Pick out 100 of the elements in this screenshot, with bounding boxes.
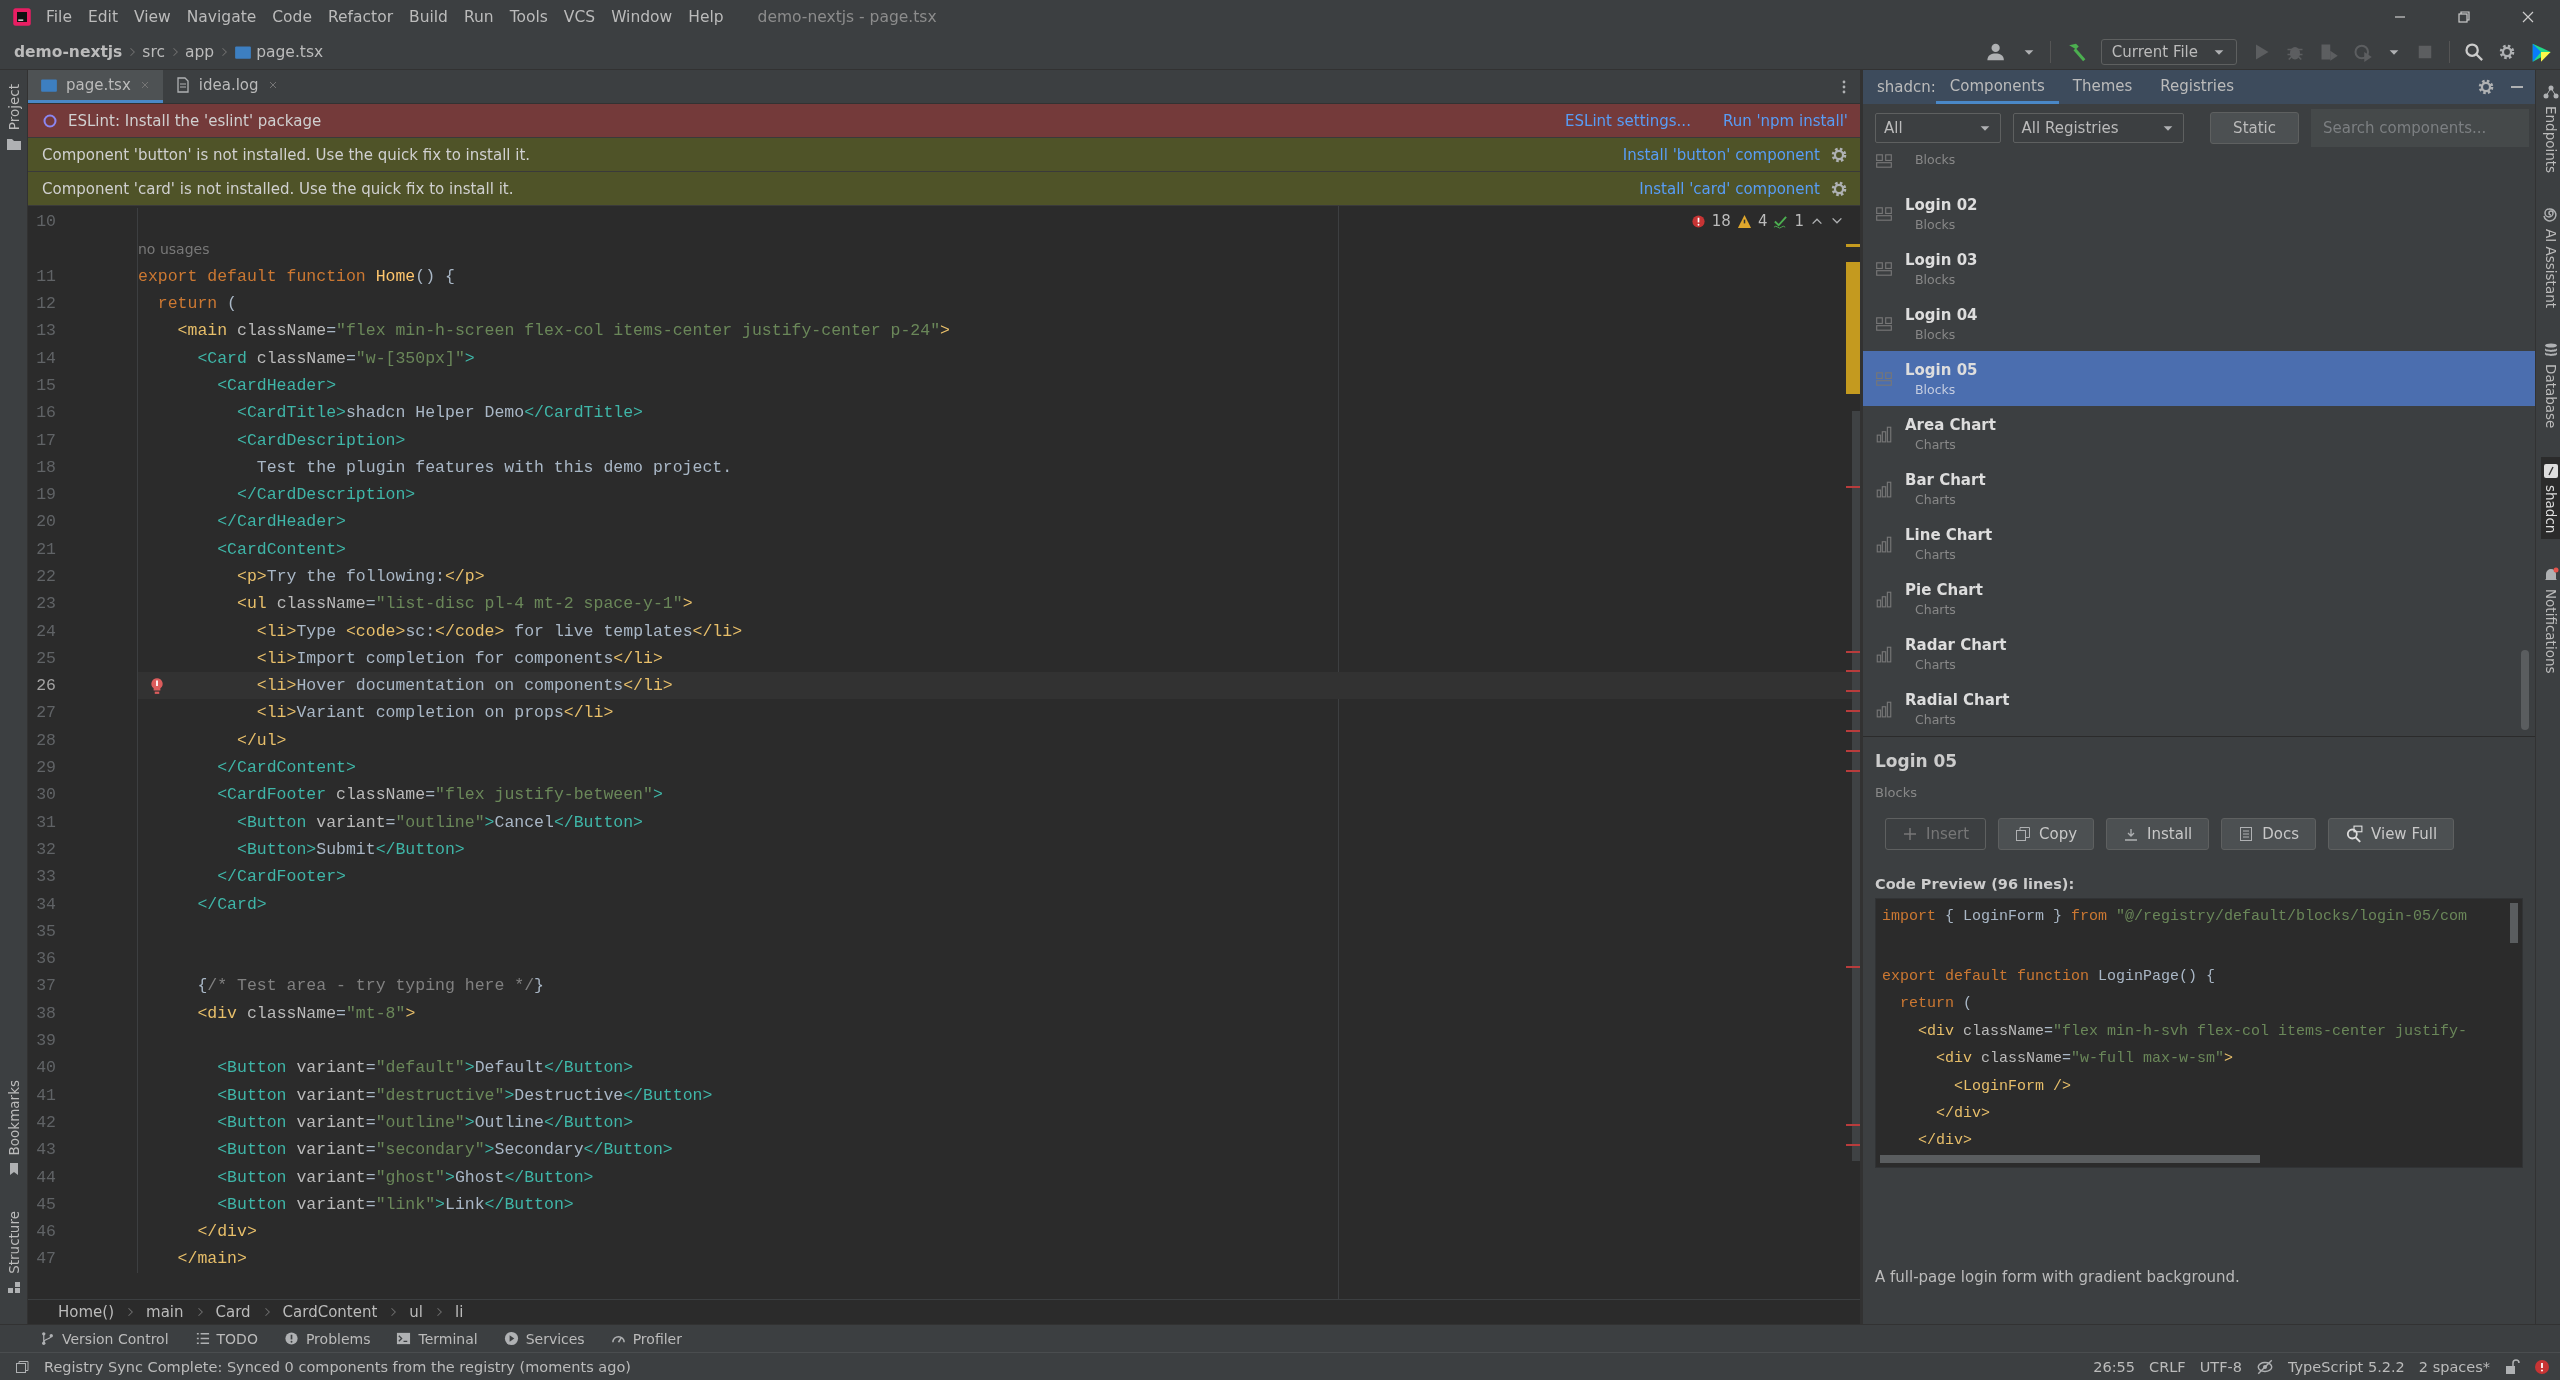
- line-number: 42: [35, 1112, 56, 1132]
- file-tab[interactable]: idea.log: [162, 70, 291, 103]
- typo-count[interactable]: 1: [1794, 212, 1804, 230]
- breadcrumb-item[interactable]: Home(): [58, 1303, 114, 1321]
- path-item[interactable]: app: [185, 42, 215, 61]
- breadcrumb-item[interactable]: li: [455, 1303, 464, 1321]
- path-item[interactable]: page.tsx: [256, 42, 324, 61]
- lock-icon[interactable]: [2504, 1358, 2520, 1375]
- tool-window-button[interactable]: Structure: [3, 1205, 24, 1302]
- tool-window-button[interactable]: Notifications: [2540, 561, 2560, 680]
- panel-toggle-icon[interactable]: [14, 1358, 30, 1375]
- menu-item[interactable]: Refactor: [320, 8, 401, 26]
- tool-window-button[interactable]: shadcn: [2540, 456, 2560, 539]
- menu-item[interactable]: VCS: [555, 8, 604, 26]
- tool-window-button[interactable]: AI Assistant: [2540, 201, 2560, 315]
- panel-tab[interactable]: Components: [1935, 70, 2059, 104]
- action-button[interactable]: Install: [2106, 818, 2210, 850]
- menu-item[interactable]: Help: [680, 8, 732, 26]
- menu-item[interactable]: View: [125, 8, 179, 26]
- banner-link[interactable]: Install 'button' component: [1622, 145, 1820, 164]
- search-field[interactable]: Search components...: [2311, 109, 2529, 147]
- path-item[interactable]: src: [142, 42, 165, 61]
- component-list-item[interactable]: Area Chart Charts: [1863, 406, 2535, 461]
- status-item[interactable]: CRLF: [2149, 1358, 2186, 1375]
- search-icon[interactable]: [2464, 41, 2484, 62]
- status-item[interactable]: 2 spaces*: [2418, 1358, 2490, 1375]
- panel-tab[interactable]: Themes: [2058, 70, 2147, 104]
- breadcrumb-item[interactable]: Card: [215, 1303, 251, 1321]
- tool-window-button[interactable]: Endpoints: [2540, 78, 2560, 180]
- status-item[interactable]: UTF-8: [2199, 1358, 2242, 1375]
- tool-window-button[interactable]: Profiler: [610, 1330, 682, 1347]
- menu-item[interactable]: File: [38, 8, 80, 26]
- component-list-item[interactable]: Login 05 Blocks: [1863, 351, 2535, 406]
- status-item[interactable]: TypeScript 5.2.2: [2287, 1358, 2405, 1375]
- settings-icon[interactable]: [1830, 179, 1848, 198]
- line-number: 37: [35, 976, 56, 996]
- settings-icon[interactable]: [2498, 42, 2516, 61]
- component-list-item[interactable]: Blocks: [1863, 148, 2535, 186]
- tool-window-button[interactable]: Bookmarks: [3, 1073, 24, 1184]
- line-number: 32: [35, 839, 56, 859]
- tool-window-button[interactable]: Problems: [283, 1330, 371, 1347]
- error-icon[interactable]: [2534, 1358, 2550, 1375]
- action-button[interactable]: Docs: [2221, 818, 2317, 850]
- tool-window-button[interactable]: Project: [3, 78, 24, 159]
- no-inspection-icon[interactable]: [2255, 1357, 2274, 1376]
- component-list-item[interactable]: Login 04 Blocks: [1863, 296, 2535, 351]
- menu-item[interactable]: Window: [603, 8, 681, 26]
- plus-icon: [1902, 826, 1918, 842]
- panel-tab[interactable]: Registries: [2146, 70, 2249, 104]
- tool-window-button[interactable]: Version Control: [40, 1330, 169, 1347]
- restore-icon[interactable]: [2456, 9, 2472, 25]
- file-tab[interactable]: page.tsx: [28, 70, 163, 103]
- copy-icon: [2015, 826, 2032, 842]
- banner-link[interactable]: Install 'card' component: [1639, 179, 1820, 198]
- line-number: 20: [35, 512, 56, 532]
- menu-item[interactable]: Navigate: [178, 8, 265, 26]
- tool-window-button[interactable]: Terminal: [396, 1330, 478, 1347]
- scrollbar[interactable]: [1880, 1155, 2260, 1163]
- breadcrumb-item[interactable]: ul: [409, 1303, 424, 1321]
- app-logo-icon[interactable]: [12, 7, 32, 27]
- tool-window-button[interactable]: TODO: [194, 1330, 258, 1347]
- code-line: <CardFooter className="flex justify-between">: [216, 784, 664, 807]
- scrollbar[interactable]: [2510, 903, 2518, 943]
- tool-window-button[interactable]: Database: [2540, 336, 2560, 435]
- component-list-item[interactable]: Radial Chart Charts: [1863, 681, 2535, 736]
- settings-icon[interactable]: [1830, 145, 1848, 164]
- component-list-item[interactable]: Pie Chart Charts: [1863, 571, 2535, 626]
- action-button[interactable]: Copy: [1998, 818, 2095, 850]
- component-list-item[interactable]: Line Chart Charts: [1863, 516, 2535, 571]
- registry-dropdown[interactable]: All Registries: [2012, 113, 2185, 143]
- static-button[interactable]: Static: [2210, 112, 2299, 144]
- breadcrumb-item[interactable]: main: [146, 1303, 184, 1321]
- type-dropdown[interactable]: All: [1875, 113, 2001, 143]
- error-count[interactable]: 18: [1711, 212, 1731, 230]
- component-list-item[interactable]: Login 02 Blocks: [1863, 186, 2535, 241]
- component-list-item[interactable]: Radar Chart Charts: [1863, 626, 2535, 681]
- menu-item[interactable]: Tools: [501, 8, 556, 26]
- menu-item[interactable]: Edit: [79, 8, 126, 26]
- status-item[interactable]: 26:55: [2093, 1358, 2136, 1375]
- tool-window-button[interactable]: Services: [503, 1330, 585, 1347]
- banner-link[interactable]: ESLint settings...: [1565, 111, 1691, 130]
- menu-item[interactable]: Run: [455, 8, 502, 26]
- error-bulb-icon[interactable]: [148, 677, 166, 696]
- code-line: <Button>Submit</Button>: [236, 838, 466, 861]
- run-config-dropdown[interactable]: Current File: [2100, 38, 2237, 65]
- breadcrumb-item[interactable]: CardContent: [282, 1303, 378, 1321]
- settings-icon[interactable]: [2477, 78, 2495, 96]
- action-button[interactable]: View Full: [2328, 818, 2455, 850]
- code-line: <LoginForm />: [1953, 1076, 2072, 1097]
- component-list-item[interactable]: Login 03 Blocks: [1863, 241, 2535, 296]
- line-number: 11: [35, 266, 56, 286]
- scrollbar[interactable]: [2521, 650, 2529, 730]
- menu-item[interactable]: Build: [401, 8, 456, 26]
- banner-link[interactable]: Run 'npm install': [1722, 111, 1848, 130]
- component-list-item[interactable]: Bar Chart Charts: [1863, 461, 2535, 516]
- menu-item[interactable]: Code: [264, 8, 320, 26]
- code-line: <CardDescription>: [236, 429, 407, 452]
- warning-count[interactable]: 4: [1757, 212, 1768, 230]
- close-icon[interactable]: [2520, 9, 2536, 25]
- path-item[interactable]: demo-nextjs: [14, 42, 123, 61]
